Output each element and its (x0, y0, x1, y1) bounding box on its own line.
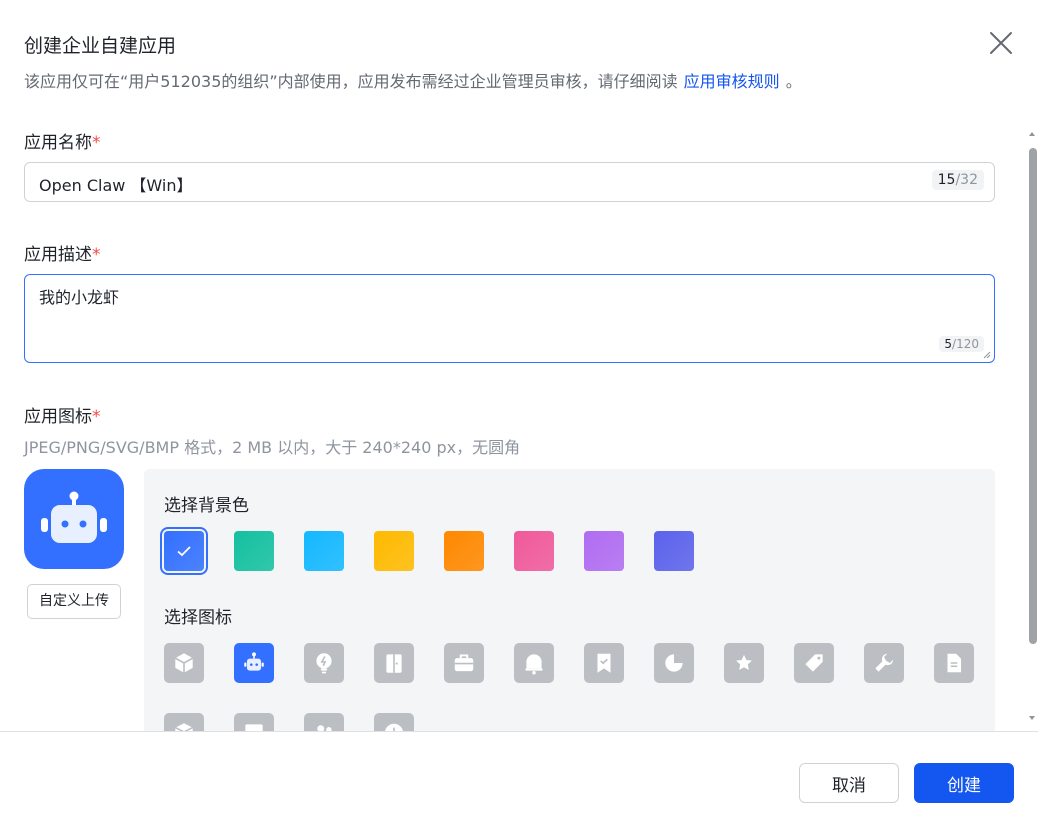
icon-option[interactable] (234, 713, 274, 731)
tag-icon (805, 654, 823, 672)
dialog-subtitle: 该应用仅可在“用户512035的组织”内部使用，应用发布需经过企业管理员审核，请… (24, 68, 802, 92)
wrench-icon (875, 653, 894, 672)
name-field-label: 应用名称* (24, 128, 101, 153)
monitor-icon (245, 724, 263, 731)
dialog-title: 创建企业自建应用 (24, 35, 177, 57)
cancel-button[interactable]: 取消 (799, 763, 899, 803)
app-description-textarea[interactable]: 我的小龙虾 5/120 (24, 274, 995, 363)
bg-color-swatch[interactable] (654, 531, 694, 571)
bg-color-swatch[interactable] (584, 531, 624, 571)
icon-option[interactable] (724, 643, 764, 683)
desc-label-text: 应用描述 (24, 245, 92, 265)
bookmark-check-icon (597, 653, 611, 673)
clock-icon (385, 723, 403, 731)
desc-max: /120 (952, 337, 979, 351)
required-mark: * (92, 245, 101, 265)
icon-field-label: 应用图标* (24, 402, 101, 427)
icon-option[interactable] (444, 643, 484, 683)
robot-icon (244, 652, 264, 671)
briefcase-icon (454, 654, 474, 672)
desc-char-counter: 5/120 (939, 336, 984, 352)
subtitle-text: 该应用仅可在“用户512035的组织”内部使用，应用发布需经过企业管理员审核，请… (24, 72, 678, 91)
icon-option[interactable] (794, 643, 834, 683)
icon-option[interactable] (934, 643, 974, 683)
icon-label-text: 应用图标 (24, 407, 92, 427)
custom-upload-button[interactable]: 自定义上传 (27, 584, 121, 619)
bg-color-section-label: 选择背景色 (164, 496, 249, 516)
scroll-down-icon[interactable] (1028, 714, 1036, 722)
app-name-input[interactable]: Open Claw 【Win】 15/32 (24, 162, 995, 202)
icon-option[interactable] (584, 643, 624, 683)
icon-section-label: 选择图标 (164, 608, 232, 628)
pie-chart-icon (665, 654, 683, 672)
door-icon (386, 654, 402, 673)
form-body[interactable]: 应用名称* Open Claw 【Win】 15/32 应用描述* 我的小龙虾 … (0, 120, 1024, 731)
scroll-thumb[interactable] (1029, 148, 1037, 644)
name-label-text: 应用名称 (24, 133, 92, 153)
icon-option[interactable] (164, 713, 204, 731)
required-mark: * (92, 133, 101, 153)
cube-icon (174, 653, 194, 673)
icon-format-hint: JPEG/PNG/SVG/BMP 格式，2 MB 以内，大于 240*240 p… (24, 438, 521, 457)
name-char-counter: 15/32 (931, 170, 984, 190)
app-description-value[interactable]: 我的小龙虾 (39, 284, 119, 308)
resize-grip-icon[interactable] (983, 351, 991, 359)
icon-option[interactable] (374, 643, 414, 683)
dialog-footer: 取消 创建 (0, 731, 1038, 826)
bell-icon (525, 654, 543, 675)
app-name-value[interactable]: Open Claw 【Win】 (39, 172, 192, 196)
bg-color-swatch[interactable] (444, 531, 484, 571)
create-button[interactable]: 创建 (914, 763, 1014, 803)
icon-picker-panel: 选择背景色 选择图标 (144, 469, 995, 731)
bg-color-swatch[interactable] (514, 531, 554, 571)
desc-field-label: 应用描述* (24, 240, 101, 265)
bg-color-swatch[interactable] (164, 531, 204, 571)
icon-option[interactable] (304, 643, 344, 683)
icon-option[interactable] (654, 643, 694, 683)
icon-option[interactable] (234, 643, 274, 683)
close-icon[interactable] (988, 30, 1014, 56)
bg-color-swatch[interactable] (374, 531, 414, 571)
icon-option[interactable] (164, 643, 204, 683)
box-icon (174, 723, 194, 731)
scrollbar[interactable] (1026, 128, 1038, 728)
icon-option[interactable] (514, 643, 554, 683)
bulb-icon (316, 653, 332, 674)
app-icon-preview (24, 469, 124, 569)
name-max: /32 (955, 172, 978, 188)
icon-option[interactable] (374, 713, 414, 731)
icon-option[interactable] (864, 643, 904, 683)
bg-color-swatch[interactable] (234, 531, 274, 571)
robot-icon (41, 491, 107, 543)
name-count: 15 (937, 172, 956, 188)
desc-count: 5 (944, 337, 953, 351)
scroll-up-icon[interactable] (1028, 130, 1036, 138)
document-icon (947, 653, 962, 673)
people-icon (317, 725, 332, 731)
star-icon (734, 653, 754, 673)
bg-color-swatch[interactable] (304, 531, 344, 571)
icon-option[interactable] (304, 713, 344, 731)
review-rules-link[interactable]: 应用审核规则 (684, 72, 780, 91)
subtitle-end: 。 (785, 72, 802, 91)
required-mark: * (92, 407, 101, 427)
check-icon (177, 546, 191, 557)
